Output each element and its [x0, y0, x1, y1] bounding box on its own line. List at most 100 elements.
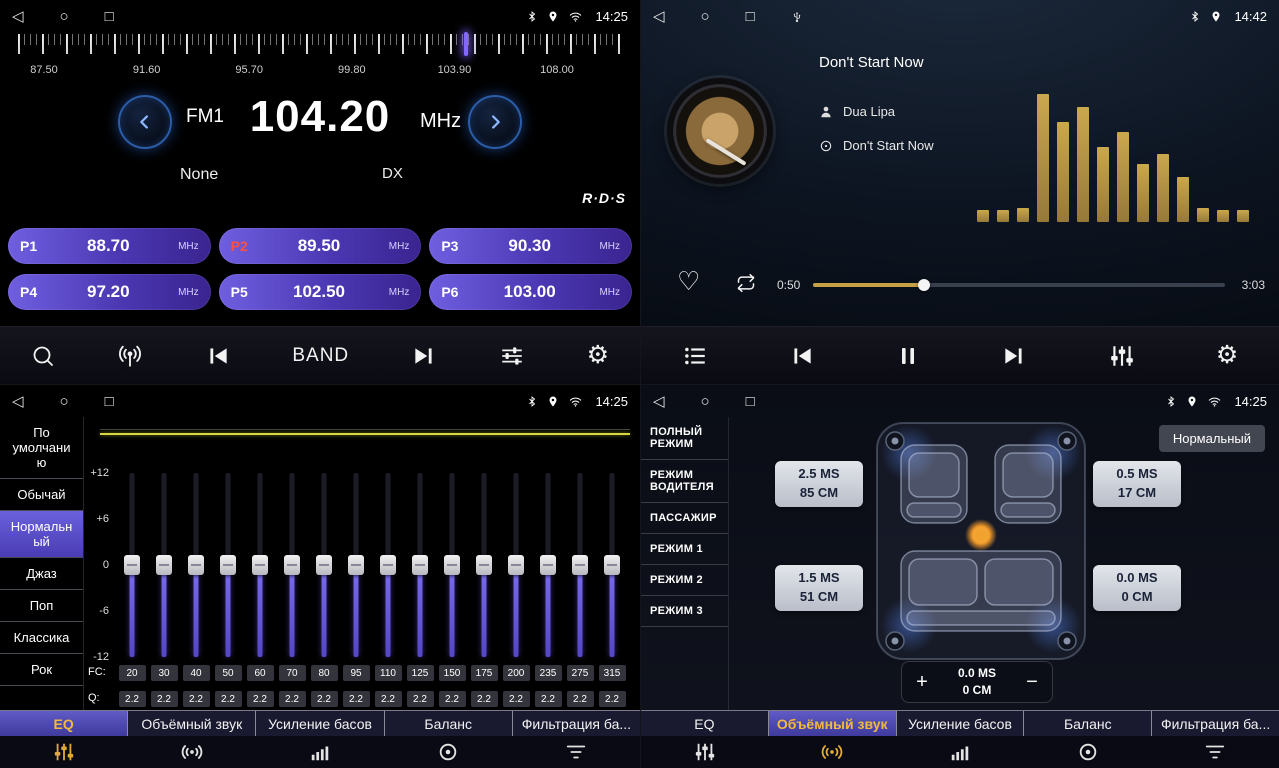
next-track-button[interactable]: [1001, 343, 1027, 369]
repeat-button[interactable]: [733, 273, 759, 298]
next-station-button[interactable]: [411, 343, 437, 369]
tab-surround-button[interactable]: [769, 741, 897, 763]
eq-band-slider[interactable]: [148, 473, 180, 657]
tab-surround-button[interactable]: [128, 741, 256, 763]
slider-handle[interactable]: [284, 555, 300, 575]
slider-handle[interactable]: [252, 555, 268, 575]
home-button[interactable]: ○: [701, 394, 710, 409]
slider-handle[interactable]: [316, 555, 332, 575]
scan-button[interactable]: [31, 344, 55, 368]
surround-mode-item[interactable]: РЕЖИМ 1: [641, 534, 728, 565]
slider-handle[interactable]: [220, 555, 236, 575]
surround-mode-item[interactable]: РЕЖИМ 3: [641, 596, 728, 627]
back-button[interactable]: ◁: [12, 394, 24, 409]
tab-bass-boost[interactable]: Усиление басов: [897, 711, 1025, 736]
eq-band-slider[interactable]: [436, 473, 468, 657]
eq-preset-item[interactable]: Классика: [0, 622, 83, 654]
recents-button[interactable]: □: [105, 9, 114, 24]
tab-balance[interactable]: Баланс: [1024, 711, 1152, 736]
tab-eq-button[interactable]: [641, 741, 769, 763]
eq-band-slider[interactable]: [404, 473, 436, 657]
seek-slider[interactable]: [813, 283, 1225, 287]
mixer-button[interactable]: [1109, 343, 1135, 369]
seek-knob[interactable]: [918, 279, 930, 291]
settings-button[interactable]: ⚙: [1216, 343, 1238, 368]
tab-surround[interactable]: Объёмный звук: [128, 711, 256, 736]
slider-handle[interactable]: [188, 555, 204, 575]
delay-increase-button[interactable]: +: [902, 671, 942, 694]
tune-down-button[interactable]: [118, 95, 172, 149]
eq-band-slider[interactable]: [596, 473, 628, 657]
eq-band-slider[interactable]: [532, 473, 564, 657]
eq-preset-item[interactable]: Нормальный: [0, 511, 83, 558]
delay-decrease-button[interactable]: −: [1012, 671, 1052, 694]
surround-mode-item[interactable]: ПОЛНЫЙ РЕЖИМ: [641, 417, 728, 460]
preset-p2[interactable]: P289.50MHz: [219, 228, 422, 264]
band-button[interactable]: BAND: [292, 345, 349, 367]
back-button[interactable]: ◁: [653, 394, 665, 409]
tab-surround[interactable]: Объёмный звук: [769, 711, 897, 736]
eq-preset-item[interactable]: Рок: [0, 654, 83, 686]
preset-p4[interactable]: P497.20MHz: [8, 274, 211, 310]
home-button[interactable]: ○: [60, 394, 69, 409]
surround-mode-item[interactable]: РЕЖИМ 2: [641, 565, 728, 596]
eq-preset-item[interactable]: Джаз: [0, 558, 83, 590]
eq-band-slider[interactable]: [340, 473, 372, 657]
surround-mode-item[interactable]: РЕЖИМ ВОДИТЕЛЯ: [641, 460, 728, 503]
slider-handle[interactable]: [476, 555, 492, 575]
tune-up-button[interactable]: [468, 95, 522, 149]
slider-handle[interactable]: [156, 555, 172, 575]
recents-button[interactable]: □: [746, 394, 755, 409]
back-button[interactable]: ◁: [653, 9, 665, 24]
eq-preset-item[interactable]: Поп: [0, 590, 83, 622]
eq-band-slider[interactable]: [308, 473, 340, 657]
recents-button[interactable]: □: [746, 9, 755, 24]
preset-p5[interactable]: P5102.50MHz: [219, 274, 422, 310]
favorite-button[interactable]: ♡: [677, 266, 700, 297]
tab-filter-button[interactable]: [1151, 741, 1279, 763]
settings-button[interactable]: ⚙: [587, 343, 609, 368]
slider-handle[interactable]: [572, 555, 588, 575]
slider-handle[interactable]: [124, 555, 140, 575]
tab-bass-boost-button[interactable]: [896, 741, 1024, 763]
eq-band-slider[interactable]: [564, 473, 596, 657]
eq-band-slider[interactable]: [116, 473, 148, 657]
surround-preset-button[interactable]: Нормальный: [1159, 425, 1265, 452]
tab-balance-button[interactable]: [1024, 741, 1152, 763]
eq-preset-item[interactable]: Обычай: [0, 479, 83, 511]
tab-filter-button[interactable]: [512, 741, 640, 763]
home-button[interactable]: ○: [60, 9, 69, 24]
slider-handle[interactable]: [508, 555, 524, 575]
slider-handle[interactable]: [348, 555, 364, 575]
tab-eq[interactable]: EQ: [641, 711, 769, 736]
frequency-ruler[interactable]: [18, 34, 622, 54]
eq-band-slider[interactable]: [276, 473, 308, 657]
eq-band-slider[interactable]: [244, 473, 276, 657]
slider-handle[interactable]: [380, 555, 396, 575]
tab-filter[interactable]: Фильтрация ба...: [1152, 711, 1279, 736]
tab-bass-boost[interactable]: Усиление басов: [256, 711, 384, 736]
tab-filter[interactable]: Фильтрация ба...: [513, 711, 640, 736]
preset-p3[interactable]: P390.30MHz: [429, 228, 632, 264]
tab-balance[interactable]: Баланс: [385, 711, 513, 736]
preset-p1[interactable]: P188.70MHz: [8, 228, 211, 264]
eq-band-slider[interactable]: [180, 473, 212, 657]
slider-handle[interactable]: [412, 555, 428, 575]
tab-eq[interactable]: EQ: [0, 711, 128, 736]
tab-balance-button[interactable]: [384, 741, 512, 763]
preset-p6[interactable]: P6103.00MHz: [429, 274, 632, 310]
eq-band-slider[interactable]: [468, 473, 500, 657]
aps-button[interactable]: [117, 343, 143, 369]
surround-mode-item[interactable]: ПАССАЖИР: [641, 503, 728, 534]
slider-handle[interactable]: [604, 555, 620, 575]
slider-handle[interactable]: [444, 555, 460, 575]
back-button[interactable]: ◁: [12, 9, 24, 24]
tab-eq-button[interactable]: [0, 741, 128, 763]
eq-band-slider[interactable]: [372, 473, 404, 657]
pause-button[interactable]: [896, 344, 920, 368]
previous-track-button[interactable]: [789, 343, 815, 369]
playlist-button[interactable]: [682, 343, 708, 369]
previous-station-button[interactable]: [205, 343, 231, 369]
home-button[interactable]: ○: [701, 9, 710, 24]
eq-band-slider[interactable]: [500, 473, 532, 657]
